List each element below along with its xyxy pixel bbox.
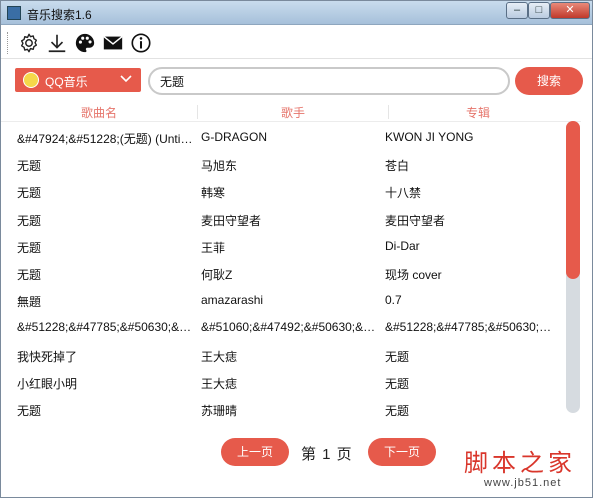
search-input[interactable] — [148, 67, 510, 95]
song-cell: 无题 — [17, 403, 42, 418]
results-list: &#47924;&#51228;(无题) (Untitl... G-DRAGON… — [1, 123, 563, 422]
artist-cell: 马旭东 — [201, 159, 238, 174]
album-cell: &#51228;&#47785;&#50630;&... — [385, 320, 557, 335]
toolbar-grip — [7, 32, 10, 54]
table-row[interactable]: 小红眼小明 王大痣 无题 — [1, 368, 563, 395]
watermark-url: www.jb51.net — [484, 477, 562, 489]
close-button[interactable]: ✕ — [550, 2, 590, 19]
album-cell: 苍白 — [385, 159, 410, 174]
source-label: QQ音乐 — [45, 75, 88, 89]
window-title: 音乐搜索1.6 — [27, 8, 92, 22]
minimize-button[interactable]: – — [506, 2, 528, 19]
app-icon — [7, 6, 21, 20]
song-cell: &#47924;&#51228;(无题) (Untitl... — [17, 132, 195, 146]
table-row[interactable]: 无题 麦田守望者 麦田守望者 — [1, 205, 563, 232]
artist-cell: amazarashi — [201, 293, 264, 308]
artist-cell: 王大痣 — [201, 349, 238, 364]
prev-page-button[interactable]: 上一页 — [221, 438, 289, 466]
search-button[interactable]: 搜索 — [515, 67, 583, 95]
artist-cell: 王大痣 — [201, 376, 238, 391]
song-cell: 我快死掉了 — [17, 349, 78, 364]
album-cell: 无题 — [385, 376, 410, 391]
column-header-artist[interactable]: 歌手 — [198, 104, 388, 121]
song-cell: 无题 — [17, 186, 42, 201]
artist-cell: 何耿Z — [201, 267, 233, 282]
toolbar — [1, 26, 592, 59]
table-row[interactable]: 无题 王菲 Di-Dar — [1, 232, 563, 259]
info-icon[interactable] — [129, 31, 153, 55]
song-cell: 无题 — [17, 159, 42, 174]
watermark-brand: 脚本之家 — [464, 449, 576, 477]
artist-cell: 韩寒 — [201, 186, 226, 201]
artist-cell: 麦田守望者 — [201, 213, 262, 228]
palette-icon[interactable] — [73, 31, 97, 55]
gear-icon[interactable] — [17, 31, 41, 55]
app-window: 音乐搜索1.6 – □ ✕ QQ音乐 搜索 — [0, 0, 593, 498]
music-source-select[interactable]: QQ音乐 — [15, 68, 141, 92]
download-icon[interactable] — [45, 31, 69, 55]
album-cell: Di-Dar — [385, 238, 420, 253]
song-cell: 無題 — [17, 295, 42, 310]
site-watermark: 脚本之家 www.jb51.net — [446, 437, 592, 497]
album-cell: 麦田守望者 — [385, 213, 446, 228]
artist-cell: 苏珊晴 — [201, 403, 238, 418]
table-row[interactable]: 无题 韩寒 十八禁 — [1, 177, 563, 204]
table-row[interactable]: 无题 苏珊晴 无题 — [1, 395, 563, 422]
search-row: QQ音乐 搜索 — [1, 59, 592, 101]
album-cell: 0.7 — [385, 293, 402, 308]
album-cell: 无题 — [385, 349, 410, 364]
song-cell: 小红眼小明 — [17, 376, 78, 391]
chevron-down-icon — [119, 72, 133, 89]
song-cell: &#51228;&#47785;&#50630;&#... — [17, 320, 195, 335]
song-cell: 无题 — [17, 213, 42, 228]
title-bar: 音乐搜索1.6 – □ ✕ — [1, 1, 592, 25]
song-cell: 无题 — [17, 267, 42, 282]
page-indicator: 第 1 页 — [301, 446, 353, 463]
column-header-song[interactable]: 歌曲名 — [1, 104, 197, 121]
album-cell: 十八禁 — [385, 186, 422, 201]
table-row[interactable]: 我快死掉了 王大痣 无题 — [1, 341, 563, 368]
table-row[interactable]: 無題 amazarashi 0.7 — [1, 286, 563, 313]
mail-icon[interactable] — [101, 31, 125, 55]
album-cell: 现场 cover — [385, 267, 442, 282]
table-row[interactable]: &#47924;&#51228;(无题) (Untitl... G-DRAGON… — [1, 123, 563, 150]
artist-cell: G-DRAGON — [201, 130, 267, 144]
song-cell: 无题 — [17, 240, 42, 255]
artist-cell: &#51060;&#47492;&#50630;&#... — [201, 320, 379, 335]
artist-cell: 王菲 — [201, 240, 226, 255]
column-header-album[interactable]: 专辑 — [389, 104, 567, 121]
table-row[interactable]: &#51228;&#47785;&#50630;&#... &#51060;&#… — [1, 313, 563, 340]
table-row[interactable]: 无题 何耿Z 现场 cover — [1, 259, 563, 286]
scrollbar-thumb[interactable] — [566, 121, 580, 279]
next-page-button[interactable]: 下一页 — [368, 438, 436, 466]
album-cell: KWON JI YONG — [385, 130, 474, 144]
table-row[interactable]: 无题 马旭东 苍白 — [1, 150, 563, 177]
maximize-button[interactable]: □ — [528, 2, 550, 19]
table-header: 歌曲名 歌手 专辑 — [1, 102, 581, 122]
album-cell: 无题 — [385, 403, 410, 418]
qq-music-icon — [23, 72, 39, 88]
